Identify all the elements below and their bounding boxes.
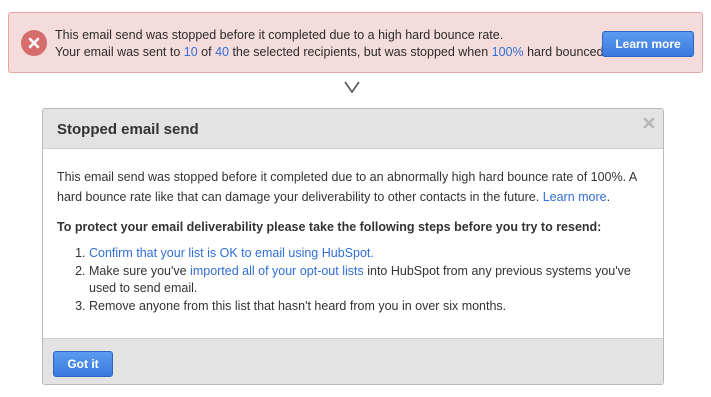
sent-count-link[interactable]: 10 [184,45,198,59]
got-it-button[interactable]: Got it [53,351,113,377]
import-opt-out-link[interactable]: imported all of your opt-out lists [190,264,364,278]
alert-line-2: Your email was sent to 10 of 40 the sele… [55,44,607,61]
alert-message: This email send was stopped before it co… [55,27,607,61]
step-text: Make sure you've [89,264,191,278]
bounce-percent-link[interactable]: 100% [492,45,524,59]
step-item-2: Make sure you've imported all of your op… [89,263,647,297]
total-count-link[interactable]: 40 [215,45,229,59]
steps-list: Confirm that your list is OK to email us… [57,245,647,315]
body-learn-more-link[interactable]: Learn more [543,190,607,204]
body-text-end: . [606,190,611,204]
steps-heading: To protect your email deliverability ple… [57,220,602,234]
alert-text-part: Your email was sent to [55,45,184,59]
step-item-3: Remove anyone from this list that hasn't… [89,298,647,315]
alert-line-1: This email send was stopped before it co… [55,28,504,42]
alert-text-part: the selected recipients, but was stopped… [228,45,492,59]
confirm-list-link[interactable]: Confirm that your list is OK to email us… [89,246,374,260]
stopped-email-modal: Stopped email send This email send was s… [42,108,664,385]
error-alert-banner: This email send was stopped before it co… [8,12,703,73]
modal-footer: Got it [43,338,663,384]
error-x-icon [21,30,47,56]
body-paragraph: This email send was stopped before it co… [57,167,647,207]
alert-text-part: hard bounced. [523,45,608,59]
modal-title: Stopped email send [57,121,199,138]
learn-more-button[interactable]: Learn more [602,31,694,57]
step-item-1: Confirm that your list is OK to email us… [89,245,647,262]
alert-text-part: of [197,45,216,59]
modal-body: This email send was stopped before it co… [57,167,647,316]
chevron-down-icon [344,81,360,94]
modal-header: Stopped email send [43,109,663,149]
close-icon[interactable] [643,117,655,129]
